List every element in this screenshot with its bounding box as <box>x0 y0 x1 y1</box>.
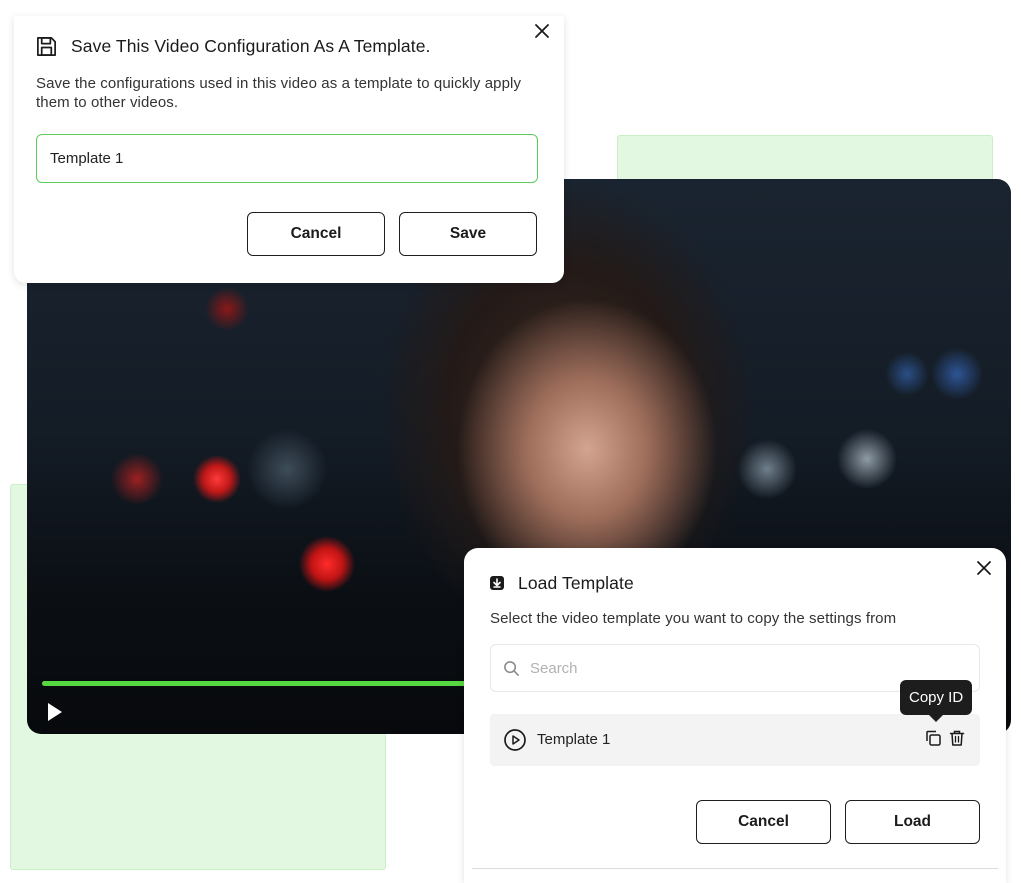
load-dialog-description: Select the video template you want to co… <box>490 610 897 627</box>
divider <box>472 868 998 869</box>
search-icon <box>504 660 519 676</box>
save-dialog-title: Save This Video Configuration As A Templ… <box>71 36 431 56</box>
play-circle-icon <box>504 729 526 751</box>
template-name-input[interactable] <box>36 134 538 183</box>
tooltip-arrow <box>929 715 943 722</box>
save-button[interactable]: Save <box>399 212 537 256</box>
load-button[interactable]: Load <box>845 800 980 844</box>
copy-icon[interactable] <box>924 729 942 747</box>
trash-icon[interactable] <box>948 729 966 747</box>
load-template-dialog: Load Template Select the video template … <box>464 548 1006 883</box>
cancel-button[interactable]: Cancel <box>247 212 385 256</box>
save-dialog-description: Save the configurations used in this vid… <box>36 75 522 111</box>
cancel-button[interactable]: Cancel <box>696 800 831 844</box>
play-icon[interactable] <box>42 700 66 724</box>
close-icon[interactable] <box>533 22 551 40</box>
download-icon <box>490 576 504 590</box>
close-icon[interactable] <box>975 559 993 577</box>
load-dialog-title: Load Template <box>518 573 634 593</box>
floppy-disk-icon <box>37 37 56 56</box>
list-item[interactable]: Template 1 <box>490 714 980 766</box>
search-input[interactable] <box>530 659 950 677</box>
save-template-dialog: Save This Video Configuration As A Templ… <box>14 16 564 283</box>
template-label: Template 1 <box>537 731 611 748</box>
copy-id-tooltip: Copy ID <box>900 680 973 715</box>
